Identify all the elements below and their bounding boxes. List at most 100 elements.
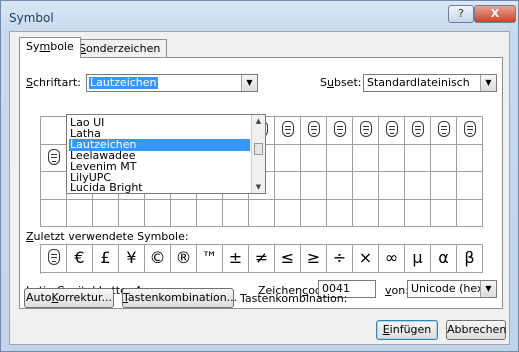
autocorrect-button[interactable]: AutoKorrektur... bbox=[24, 288, 114, 308]
font-label: Schriftart: bbox=[26, 76, 81, 89]
tab-label: bole bbox=[50, 40, 74, 53]
face-glyph-icon bbox=[47, 249, 60, 265]
symbol-cell[interactable] bbox=[171, 199, 197, 227]
tab-label: onderzeichen bbox=[85, 42, 161, 55]
symbol-cell[interactable] bbox=[353, 199, 379, 227]
symbol-cell[interactable] bbox=[379, 117, 405, 145]
face-glyph-icon bbox=[307, 121, 320, 137]
symbol-cell[interactable] bbox=[275, 199, 301, 227]
face-glyph-icon bbox=[333, 121, 346, 137]
tab-symbols[interactable]: Symbole bbox=[19, 37, 81, 58]
symbol-cell[interactable] bbox=[379, 144, 405, 172]
symbol-dialog: Symbol ? X Symbole Sonderzeichen Schrift… bbox=[0, 0, 519, 352]
symbol-cell[interactable] bbox=[379, 172, 405, 200]
symbol-cell[interactable] bbox=[405, 144, 431, 172]
face-glyph-icon bbox=[385, 121, 398, 137]
symbol-cell[interactable] bbox=[431, 144, 457, 172]
symbol-cell[interactable] bbox=[301, 172, 327, 200]
symbol-cell[interactable] bbox=[353, 117, 379, 145]
symbol-cell[interactable] bbox=[405, 117, 431, 145]
subset-value: Standardlateinisch bbox=[367, 76, 470, 89]
face-glyph-icon bbox=[281, 121, 294, 137]
recent-symbol-cell[interactable]: ¥ bbox=[119, 245, 145, 273]
subset-combobox[interactable]: Standardlateinisch ▼ bbox=[363, 74, 497, 92]
symbol-cell[interactable] bbox=[249, 199, 275, 227]
face-glyph-icon bbox=[437, 121, 450, 137]
symbol-cell[interactable] bbox=[353, 144, 379, 172]
symbol-cell[interactable] bbox=[223, 199, 249, 227]
from-label: von: bbox=[385, 284, 409, 297]
symbol-cell[interactable] bbox=[301, 117, 327, 145]
symbol-cell[interactable] bbox=[457, 172, 483, 200]
symbol-cell[interactable] bbox=[119, 199, 145, 227]
recent-symbol-cell[interactable]: ® bbox=[171, 245, 197, 273]
chevron-down-icon[interactable]: ▼ bbox=[480, 75, 496, 91]
symbol-cell[interactable] bbox=[93, 199, 119, 227]
symbol-cell[interactable] bbox=[301, 144, 327, 172]
recent-symbols-label: Zuletzt verwendete Symbole: bbox=[26, 230, 189, 243]
recent-symbol-cell[interactable] bbox=[41, 245, 67, 273]
recent-symbol-cell[interactable]: × bbox=[353, 245, 379, 273]
scroll-up-icon[interactable]: ▲ bbox=[252, 115, 265, 127]
scroll-down-icon[interactable]: ▼ bbox=[252, 181, 265, 193]
font-dropdown-list[interactable]: Lao UI Latha Lautzeichen Leelawadee Leve… bbox=[66, 114, 266, 194]
symbol-cell[interactable] bbox=[301, 199, 327, 227]
insert-button[interactable]: Einfügen bbox=[376, 320, 438, 340]
symbol-cell[interactable] bbox=[197, 199, 223, 227]
symbol-cell[interactable] bbox=[327, 199, 353, 227]
symbol-cell[interactable] bbox=[275, 144, 301, 172]
symbol-cell[interactable] bbox=[379, 199, 405, 227]
tab-label-accel: m bbox=[39, 40, 51, 53]
recent-symbol-cell[interactable]: β bbox=[457, 245, 483, 273]
cancel-button[interactable]: Abbrechen bbox=[446, 320, 506, 340]
recent-symbol-cell[interactable]: µ bbox=[405, 245, 431, 273]
help-button[interactable]: ? bbox=[448, 5, 474, 23]
dialog-client: Symbole Sonderzeichen Schriftart: Lautze… bbox=[9, 31, 510, 345]
symbol-cell[interactable] bbox=[457, 199, 483, 227]
recent-symbol-cell[interactable]: ≥ bbox=[301, 245, 327, 273]
symbol-cell[interactable] bbox=[275, 172, 301, 200]
symbol-cell[interactable] bbox=[275, 117, 301, 145]
recent-symbol-cell[interactable]: α bbox=[431, 245, 457, 273]
recent-symbol-cell[interactable]: £ bbox=[93, 245, 119, 273]
shortcut-key-label: Tastenkombination: bbox=[240, 292, 348, 305]
recent-symbol-cell[interactable]: ≠ bbox=[249, 245, 275, 273]
symbol-cell[interactable] bbox=[41, 117, 67, 145]
symbol-cell[interactable] bbox=[145, 199, 171, 227]
recent-symbol-cell[interactable]: ∞ bbox=[379, 245, 405, 273]
symbol-cell[interactable] bbox=[431, 199, 457, 227]
chevron-down-icon[interactable]: ▼ bbox=[241, 75, 257, 91]
symbol-cell[interactable] bbox=[457, 117, 483, 145]
recent-symbol-cell[interactable]: © bbox=[145, 245, 171, 273]
recent-symbols-row: € £ ¥ © ® ™ ± ≠ ≤ ≥ ÷ × ∞ µ α β bbox=[40, 244, 483, 274]
font-list-item[interactable]: Lucida Bright bbox=[69, 182, 250, 194]
recent-symbol-cell[interactable]: ± bbox=[223, 245, 249, 273]
symbol-cell[interactable] bbox=[67, 199, 93, 227]
from-combobox[interactable]: Unicode (hex) ▼ bbox=[407, 280, 497, 298]
scroll-thumb[interactable] bbox=[254, 143, 263, 155]
symbol-cell[interactable] bbox=[41, 172, 67, 200]
tab-special-characters[interactable]: Sonderzeichen bbox=[72, 39, 168, 57]
symbol-cell[interactable] bbox=[431, 117, 457, 145]
recent-symbol-cell[interactable]: ≤ bbox=[275, 245, 301, 273]
font-combobox[interactable]: Lautzeichen ▼ bbox=[86, 74, 258, 92]
symbol-cell[interactable] bbox=[41, 199, 67, 227]
chevron-down-icon[interactable]: ▼ bbox=[480, 281, 496, 297]
symbol-cell[interactable] bbox=[405, 199, 431, 227]
symbol-cell[interactable] bbox=[327, 144, 353, 172]
symbol-cell[interactable] bbox=[405, 172, 431, 200]
recent-symbol-cell[interactable]: ™ bbox=[197, 245, 223, 273]
symbol-cell[interactable] bbox=[327, 172, 353, 200]
face-glyph-icon bbox=[411, 121, 424, 137]
list-scrollbar[interactable]: ▲ ▼ bbox=[251, 115, 265, 193]
recent-symbol-cell[interactable]: ÷ bbox=[327, 245, 353, 273]
symbol-cell[interactable] bbox=[431, 172, 457, 200]
tab-label: Sy bbox=[26, 40, 40, 53]
symbol-cell[interactable] bbox=[41, 144, 67, 172]
recent-symbol-cell[interactable]: € bbox=[67, 245, 93, 273]
symbol-cell[interactable] bbox=[457, 144, 483, 172]
symbol-cell[interactable] bbox=[353, 172, 379, 200]
symbol-cell[interactable] bbox=[327, 117, 353, 145]
close-button[interactable]: X bbox=[474, 5, 516, 23]
shortcut-key-button[interactable]: Tastenkombination... bbox=[122, 288, 237, 308]
